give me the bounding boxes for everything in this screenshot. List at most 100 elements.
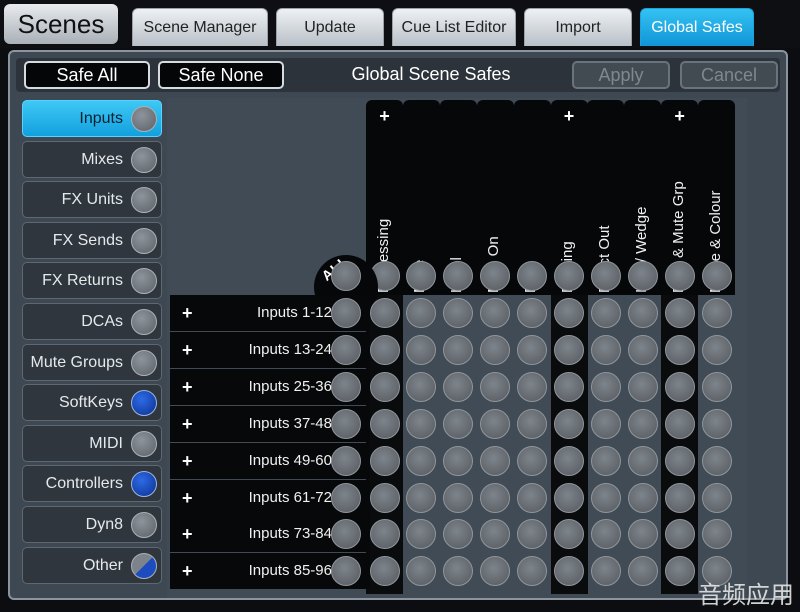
category-button-fx-units[interactable]: FX Units bbox=[22, 181, 162, 219]
column-safe-toggle[interactable] bbox=[554, 261, 584, 291]
safe-toggle[interactable] bbox=[590, 445, 621, 476]
safe-toggle[interactable] bbox=[406, 371, 437, 402]
expand-plus-icon[interactable]: + bbox=[661, 106, 698, 127]
safe-toggle[interactable] bbox=[554, 408, 584, 439]
safe-toggle[interactable] bbox=[627, 519, 658, 550]
safe-toggle[interactable] bbox=[590, 408, 621, 439]
row-safe-toggle[interactable] bbox=[331, 445, 361, 476]
safe-toggle[interactable] bbox=[664, 556, 695, 587]
safe-toggle[interactable] bbox=[701, 334, 732, 365]
tab-global-safes[interactable]: Global Safes bbox=[640, 8, 754, 46]
safe-toggle[interactable] bbox=[480, 482, 511, 513]
category-button-mixes[interactable]: Mixes bbox=[22, 140, 162, 178]
safe-indicator-icon[interactable] bbox=[131, 390, 157, 417]
safe-indicator-icon[interactable] bbox=[131, 106, 157, 132]
safe-toggle[interactable] bbox=[701, 371, 732, 402]
safe-toggle[interactable] bbox=[590, 371, 621, 402]
column-safe-toggle[interactable] bbox=[590, 261, 621, 291]
safe-toggle[interactable] bbox=[406, 408, 437, 439]
expand-plus-icon[interactable]: + bbox=[182, 524, 193, 545]
safe-toggle[interactable] bbox=[701, 482, 732, 513]
safe-toggle[interactable] bbox=[664, 298, 695, 328]
category-button-softkeys[interactable]: SoftKeys bbox=[22, 384, 162, 422]
column-safe-toggle[interactable] bbox=[627, 261, 658, 291]
safe-toggle[interactable] bbox=[480, 445, 511, 476]
tab-update[interactable]: Update bbox=[276, 8, 384, 46]
safe-toggle[interactable] bbox=[664, 408, 695, 439]
safe-toggle[interactable] bbox=[554, 445, 584, 476]
safe-indicator-icon[interactable] bbox=[131, 309, 157, 335]
expand-plus-icon[interactable]: + bbox=[182, 377, 193, 398]
tab-cue-list-editor[interactable]: Cue List Editor bbox=[392, 8, 516, 46]
category-button-controllers[interactable]: Controllers bbox=[22, 465, 162, 503]
safe-toggle[interactable] bbox=[517, 334, 548, 365]
safe-toggle[interactable] bbox=[443, 482, 474, 513]
safe-toggle[interactable] bbox=[480, 334, 511, 365]
safe-toggle[interactable] bbox=[406, 445, 437, 476]
cancel-button[interactable]: Cancel bbox=[680, 61, 778, 89]
safe-toggle[interactable] bbox=[517, 482, 548, 513]
category-button-inputs[interactable]: Inputs bbox=[22, 100, 162, 137]
row-safe-toggle[interactable] bbox=[331, 408, 361, 439]
expand-plus-icon[interactable]: + bbox=[182, 488, 193, 509]
category-button-fx-sends[interactable]: FX Sends bbox=[22, 221, 162, 259]
safe-toggle[interactable] bbox=[517, 371, 548, 402]
safe-toggle[interactable] bbox=[590, 482, 621, 513]
row-safe-toggle[interactable] bbox=[331, 371, 361, 402]
safe-indicator-icon[interactable] bbox=[131, 430, 157, 457]
expand-plus-icon[interactable]: + bbox=[182, 561, 193, 582]
safe-toggle[interactable] bbox=[369, 482, 400, 513]
expand-plus-icon[interactable]: + bbox=[182, 303, 193, 324]
safe-toggle[interactable] bbox=[627, 445, 658, 476]
safe-toggle[interactable] bbox=[701, 298, 732, 328]
category-button-mute-groups[interactable]: Mute Groups bbox=[22, 343, 162, 381]
safe-toggle[interactable] bbox=[590, 556, 621, 587]
safe-toggle[interactable] bbox=[443, 371, 474, 402]
safe-toggle[interactable] bbox=[443, 334, 474, 365]
safe-toggle[interactable] bbox=[369, 519, 400, 550]
category-button-dyn8[interactable]: Dyn8 bbox=[22, 506, 162, 543]
safe-toggle[interactable] bbox=[369, 371, 400, 402]
safe-toggle[interactable] bbox=[554, 298, 584, 328]
safe-toggle[interactable] bbox=[664, 371, 695, 402]
column-safe-toggle[interactable] bbox=[480, 261, 511, 291]
safe-indicator-icon[interactable] bbox=[131, 471, 157, 498]
safe-toggle[interactable] bbox=[406, 482, 437, 513]
safe-toggle[interactable] bbox=[664, 334, 695, 365]
safe-indicator-icon[interactable] bbox=[131, 552, 157, 579]
safe-toggle[interactable] bbox=[480, 371, 511, 402]
safe-indicator-icon[interactable] bbox=[131, 146, 157, 173]
safe-toggle[interactable] bbox=[590, 334, 621, 365]
safe-toggle[interactable] bbox=[627, 408, 658, 439]
safe-toggle[interactable] bbox=[480, 298, 511, 328]
category-button-dcas[interactable]: DCAs bbox=[22, 303, 162, 340]
expand-plus-icon[interactable]: + bbox=[182, 340, 193, 361]
safe-all-button[interactable]: Safe All bbox=[24, 61, 150, 89]
column-safe-toggle[interactable] bbox=[664, 261, 695, 291]
safe-indicator-icon[interactable] bbox=[131, 187, 157, 214]
category-button-midi[interactable]: MIDI bbox=[22, 424, 162, 462]
safe-toggle[interactable] bbox=[701, 408, 732, 439]
safe-toggle[interactable] bbox=[443, 445, 474, 476]
tab-import[interactable]: Import bbox=[524, 8, 632, 46]
tab-scene-manager[interactable]: Scene Manager bbox=[132, 8, 268, 46]
safe-indicator-icon[interactable] bbox=[131, 227, 157, 254]
safe-toggle[interactable] bbox=[664, 445, 695, 476]
safe-toggle[interactable] bbox=[627, 482, 658, 513]
safe-toggle[interactable] bbox=[369, 445, 400, 476]
column-safe-toggle[interactable] bbox=[701, 261, 732, 291]
safe-toggle[interactable] bbox=[554, 334, 584, 365]
expand-plus-icon[interactable]: + bbox=[182, 451, 193, 472]
category-button-fx-returns[interactable]: FX Returns bbox=[22, 262, 162, 300]
safe-toggle[interactable] bbox=[554, 371, 584, 402]
safe-toggle[interactable] bbox=[480, 408, 511, 439]
safe-toggle[interactable] bbox=[369, 556, 400, 587]
safe-toggle[interactable] bbox=[369, 334, 400, 365]
expand-plus-icon[interactable]: + bbox=[551, 106, 588, 127]
safe-toggle[interactable] bbox=[627, 556, 658, 587]
safe-toggle[interactable] bbox=[369, 298, 400, 328]
category-button-other[interactable]: Other bbox=[22, 546, 162, 584]
expand-plus-icon[interactable]: + bbox=[182, 414, 193, 435]
apply-button[interactable]: Apply bbox=[572, 61, 670, 89]
safe-toggle[interactable] bbox=[554, 482, 584, 513]
